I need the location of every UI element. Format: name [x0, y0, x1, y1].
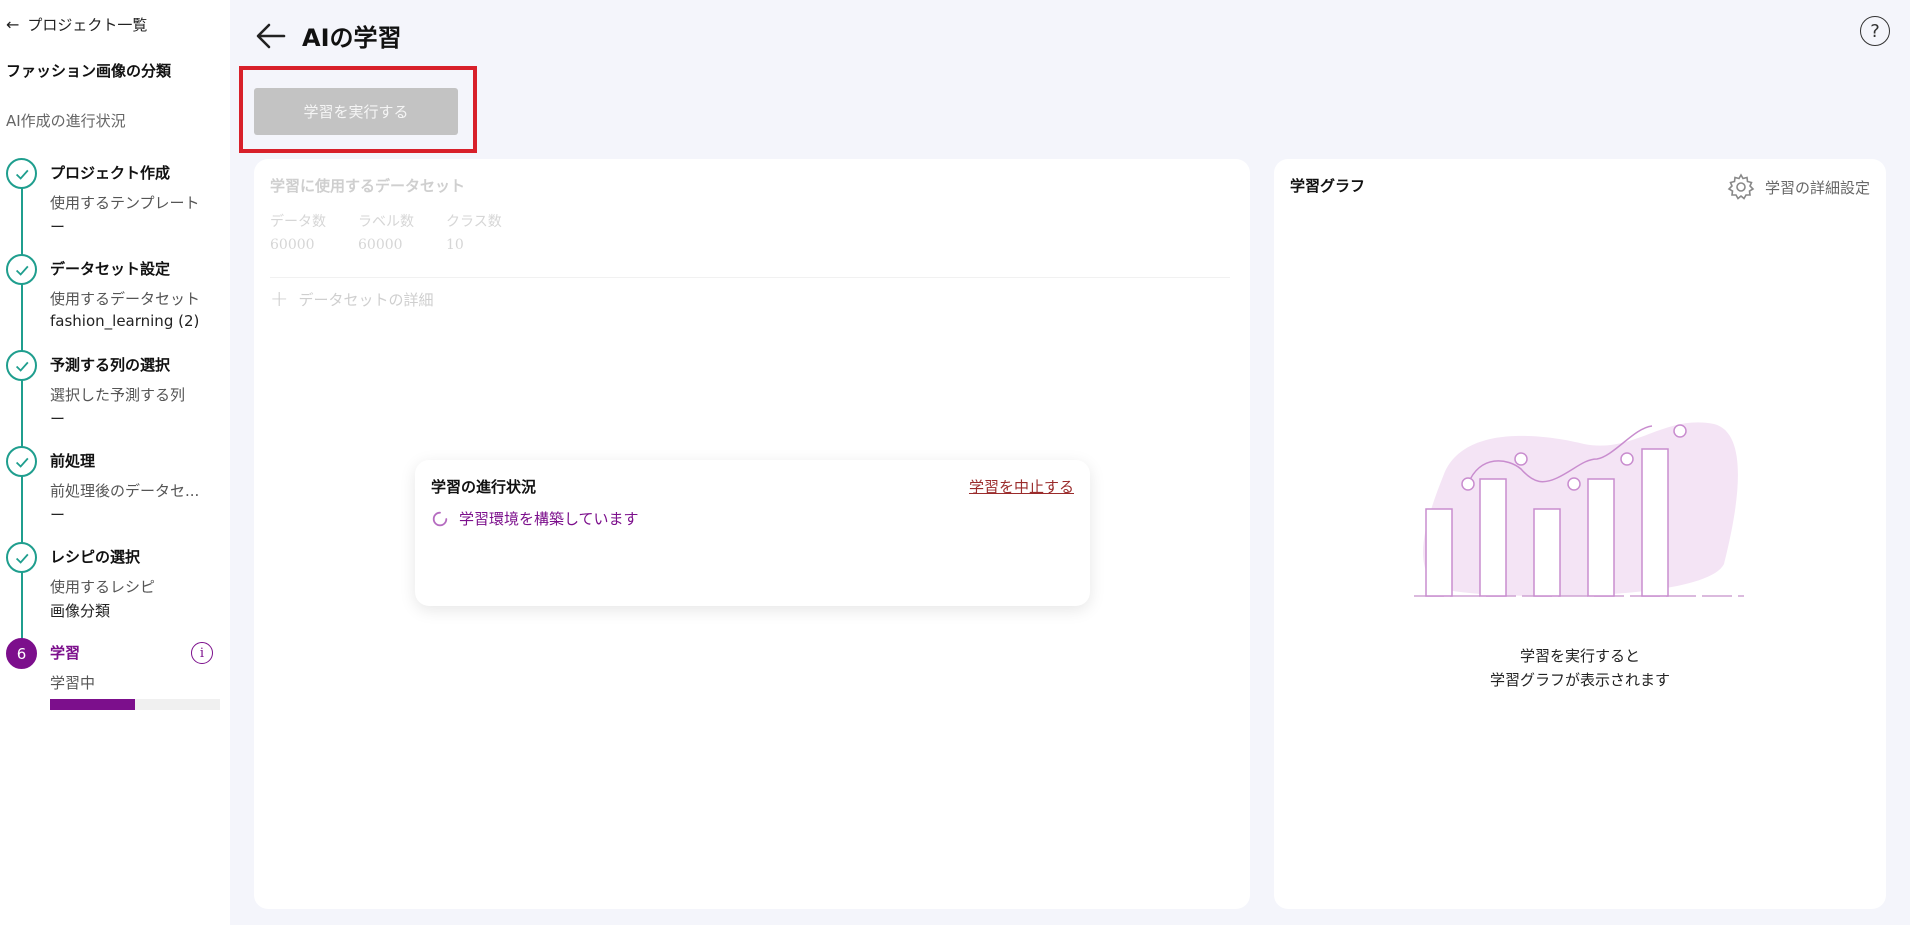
step-label: 前処理後のデータセ...	[50, 482, 200, 500]
stat-data-count: データ数 60000	[270, 211, 326, 253]
divider	[270, 277, 1230, 278]
stat-label-count: ラベル数 60000	[358, 211, 414, 253]
run-training-button[interactable]: 学習を実行する	[254, 88, 458, 135]
stat-value: 60000	[270, 237, 315, 253]
stat-value: 60000	[358, 237, 403, 253]
stop-training-link[interactable]: 学習を中止する	[969, 476, 1074, 497]
stat-class-count: クラス数 10	[446, 211, 502, 253]
graph-placeholder-illustration	[1414, 422, 1744, 597]
dataset-detail-toggle[interactable]: + データセットの詳細	[270, 287, 433, 312]
step-value: ー	[50, 218, 66, 236]
step-label: 選択した予測する列	[50, 386, 186, 404]
step-value: ー	[50, 506, 66, 524]
arrow-left-icon[interactable]	[254, 19, 288, 53]
check-icon	[6, 350, 37, 381]
status-title: 学習の進行状況	[431, 478, 537, 496]
sidebar: ← プロジェクト一覧 ファッション画像の分類 AI作成の進行状況 プロジェクト作…	[0, 0, 230, 925]
info-icon[interactable]: i	[191, 642, 213, 664]
project-name: ファッション画像の分類	[6, 62, 172, 80]
step-label: 使用するテンプレート	[50, 194, 200, 212]
dataset-panel-title: 学習に使用するデータセット	[270, 177, 466, 195]
stat-value: 10	[446, 237, 464, 253]
step-title: 前処理	[50, 452, 96, 470]
training-settings-link[interactable]: 学習の詳細設定	[1727, 173, 1870, 201]
step-label: 使用するデータセット	[50, 290, 201, 308]
step-title: 予測する列の選択	[50, 356, 171, 374]
stat-label: ラベル数	[358, 214, 414, 230]
step-label: 使用するレシピ	[50, 578, 156, 596]
stat-label: クラス数	[446, 214, 502, 230]
arrow-left-icon: ←	[6, 15, 20, 34]
step-title: データセット設定	[50, 260, 171, 278]
graph-panel-title: 学習グラフ	[1290, 177, 1366, 195]
status-message-text: 学習環境を構築しています	[459, 510, 639, 528]
plus-icon: +	[270, 287, 289, 312]
step-label: 学習中	[50, 674, 96, 692]
step-value: ー	[50, 410, 66, 428]
loading-spinner-icon	[432, 511, 448, 526]
step-value: 画像分類	[50, 602, 111, 620]
step-title: プロジェクト作成	[50, 164, 171, 182]
training-settings-label: 学習の詳細設定	[1764, 178, 1870, 197]
back-to-projects-label: プロジェクト一覧	[27, 16, 148, 34]
step-title: レシピの選択	[50, 548, 141, 566]
check-icon	[6, 542, 37, 573]
step-number-badge: 6	[6, 638, 37, 669]
dataset-detail-label: データセットの詳細	[298, 291, 434, 309]
check-icon	[6, 158, 37, 189]
graph-empty-line1: 学習を実行すると	[1519, 647, 1640, 665]
training-progress-fill	[50, 699, 135, 710]
stat-label: データ数	[270, 214, 326, 230]
training-progress-bar	[50, 699, 220, 710]
back-to-projects-link[interactable]: ← プロジェクト一覧	[6, 14, 147, 35]
help-icon[interactable]: ?	[1860, 16, 1890, 46]
step-value: fashion_learning (2)	[50, 312, 200, 330]
gear-icon	[1727, 173, 1755, 200]
graph-empty-line2: 学習グラフが表示されます	[1489, 671, 1670, 689]
check-icon	[6, 446, 37, 477]
training-status-card: 学習の進行状況 学習を中止する 学習環境を構築しています	[415, 460, 1090, 606]
page-title: AIの学習	[302, 24, 402, 52]
check-icon	[6, 254, 37, 285]
page-header: AIの学習	[254, 18, 402, 53]
step-connector-line	[21, 176, 23, 654]
graph-panel: 学習グラフ 学習の詳細設定 学習を実行すると 学習グラフが表示されます	[1274, 159, 1886, 909]
status-message: 学習環境を構築しています	[431, 508, 639, 529]
step-title: 学習	[50, 644, 81, 662]
progress-title: AI作成の進行状況	[6, 112, 126, 130]
